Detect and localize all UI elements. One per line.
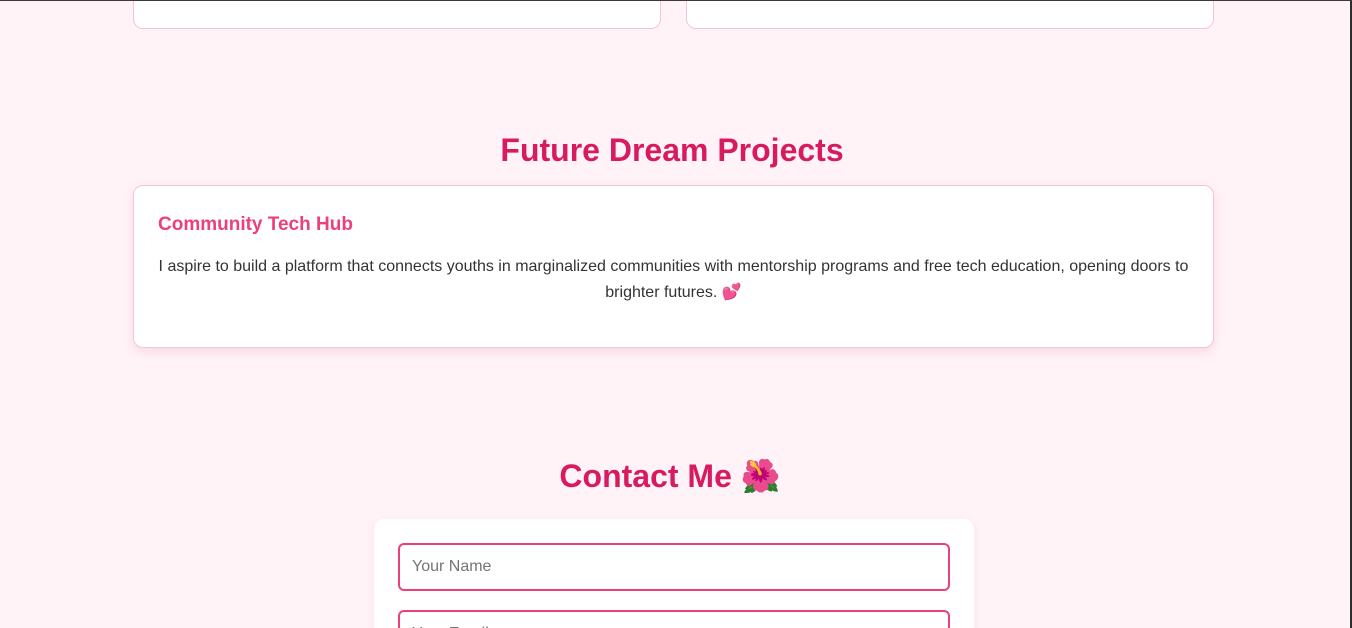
previous-card-right	[686, 1, 1214, 29]
hibiscus-icon: 🌺	[740, 457, 781, 495]
two-hearts-icon: 💕	[721, 282, 742, 301]
project-description: I aspire to build a platform that connec…	[158, 258, 1189, 301]
page-viewport: Future Dream Projects Community Tech Hub…	[0, 0, 1352, 628]
future-projects-title: Future Dream Projects	[500, 132, 844, 168]
project-card: Community Tech Hub I aspire to build a p…	[133, 185, 1214, 348]
project-title: Community Tech Hub	[158, 214, 353, 235]
email-input[interactable]	[398, 610, 950, 628]
contact-title: Contact Me	[559, 458, 732, 494]
name-input[interactable]	[398, 543, 950, 591]
contact-form	[374, 519, 974, 628]
contact-heading: Contact Me 🌺	[0, 458, 1346, 494]
previous-card-left	[133, 1, 661, 29]
project-description-paragraph: I aspire to build a platform that connec…	[158, 254, 1189, 305]
